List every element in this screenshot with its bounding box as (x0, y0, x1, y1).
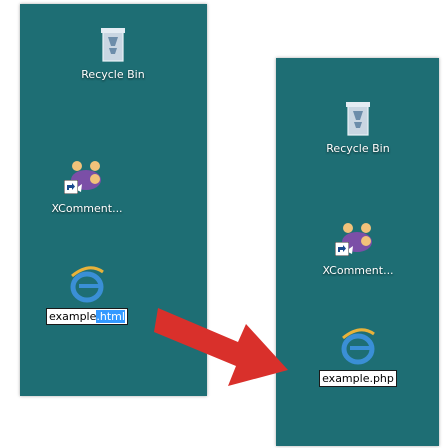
recycle-bin-icon (346, 102, 370, 136)
recycle-bin-icon (101, 28, 125, 62)
filename-base: example (49, 310, 97, 323)
filename-box: example.php (319, 370, 397, 387)
arrow-icon (154, 308, 288, 386)
shortcut-arrow-icon (64, 180, 78, 194)
example-file-icon-renaming[interactable]: example.html (28, 264, 146, 325)
selected-extension: .html (96, 310, 125, 323)
xcomment-shortcut[interactable]: XComment... (32, 154, 142, 215)
ie-file-icon (70, 266, 104, 303)
recycle-bin-label: Recycle Bin (326, 142, 390, 155)
recycle-bin-label: Recycle Bin (81, 68, 145, 81)
shortcut-arrow-icon (335, 242, 349, 256)
xcomment-shortcut[interactable]: XComment... (303, 216, 413, 277)
desktop-panel-after: Recycle Bin XComment... example.php (276, 58, 439, 446)
recycle-bin-shortcut[interactable]: Recycle Bin (58, 24, 168, 81)
rename-textbox[interactable]: example.html (46, 308, 128, 325)
ie-file-icon (341, 328, 375, 365)
recycle-bin-shortcut[interactable]: Recycle Bin (303, 98, 413, 155)
example-file-icon[interactable]: example.php (303, 326, 413, 387)
xcomment-label: XComment... (51, 202, 123, 215)
xcomment-label: XComment... (322, 264, 394, 277)
